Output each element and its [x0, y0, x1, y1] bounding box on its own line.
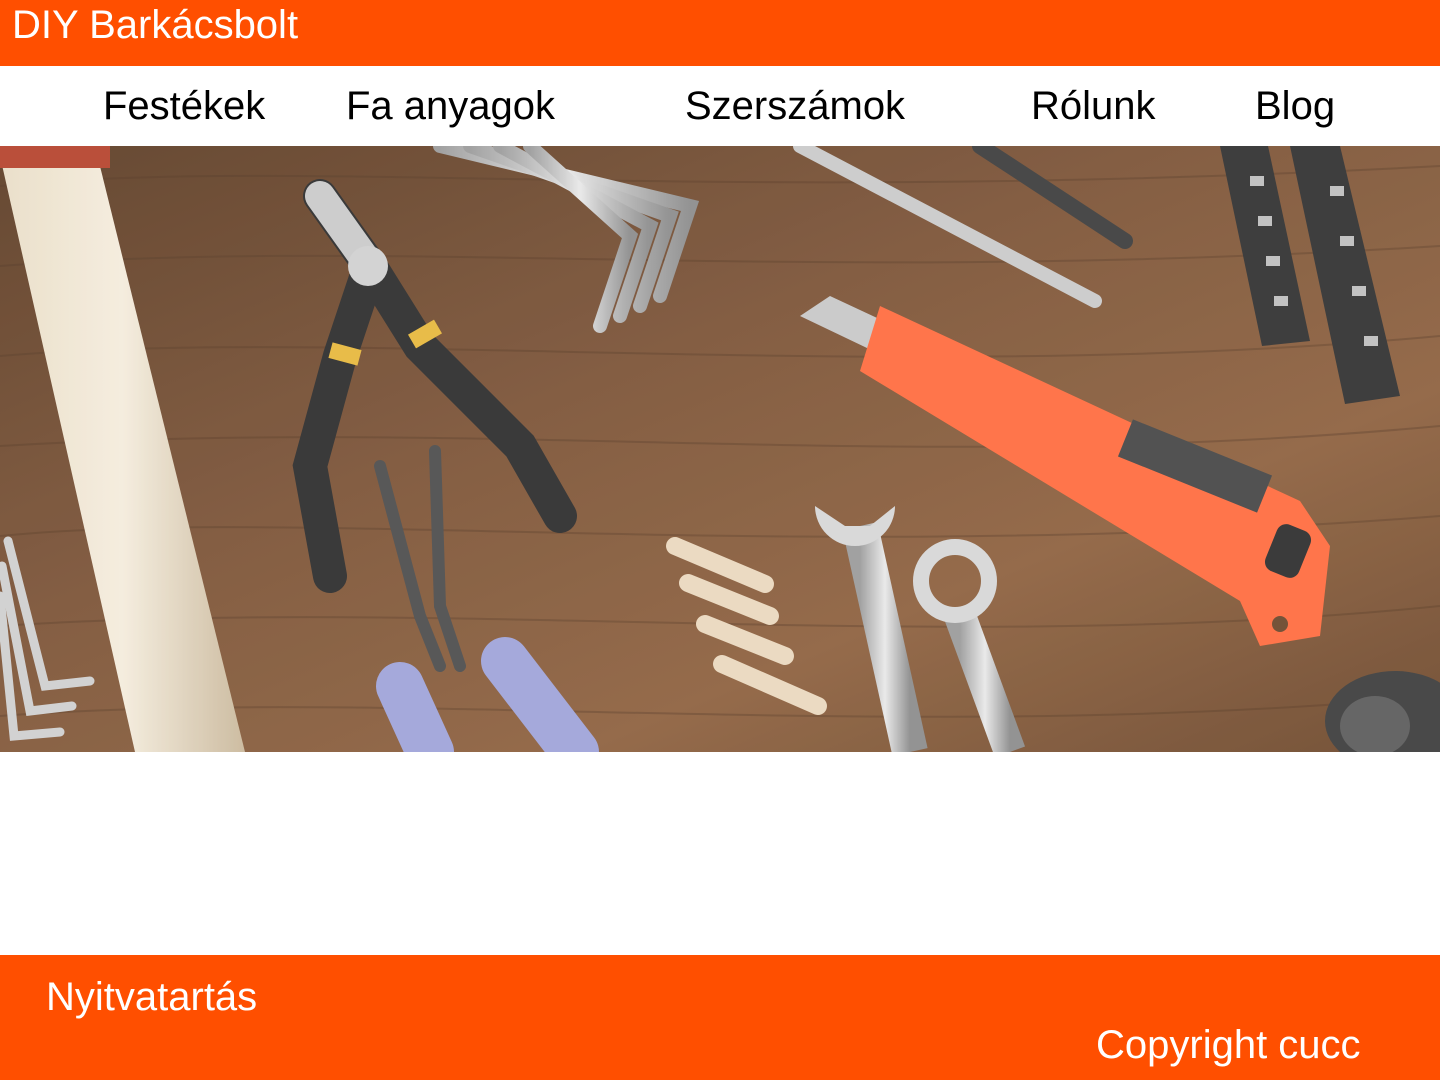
- opening-hours-link[interactable]: Nyitvatartás: [46, 975, 257, 1019]
- nav-item-blog[interactable]: Blog: [1255, 84, 1335, 128]
- nav-item-festekek[interactable]: Festékek: [103, 84, 265, 128]
- site-title[interactable]: DIY Barkácsbolt: [12, 2, 298, 48]
- site-footer: Nyitvatartás Copyright cucc: [0, 955, 1440, 1080]
- copyright-text: Copyright cucc: [1096, 1023, 1361, 1067]
- main-navigation: Festékek Fa anyagok Szerszámok Rólunk Bl…: [0, 66, 1440, 146]
- nav-item-rolunk[interactable]: Rólunk: [1031, 84, 1156, 128]
- tools-photo-illustration: [0, 146, 1440, 752]
- site-header: DIY Barkácsbolt: [0, 0, 1440, 66]
- hero-image: [0, 146, 1440, 752]
- nav-item-fa-anyagok[interactable]: Fa anyagok: [346, 84, 555, 128]
- nav-item-szerszamok[interactable]: Szerszámok: [685, 84, 905, 128]
